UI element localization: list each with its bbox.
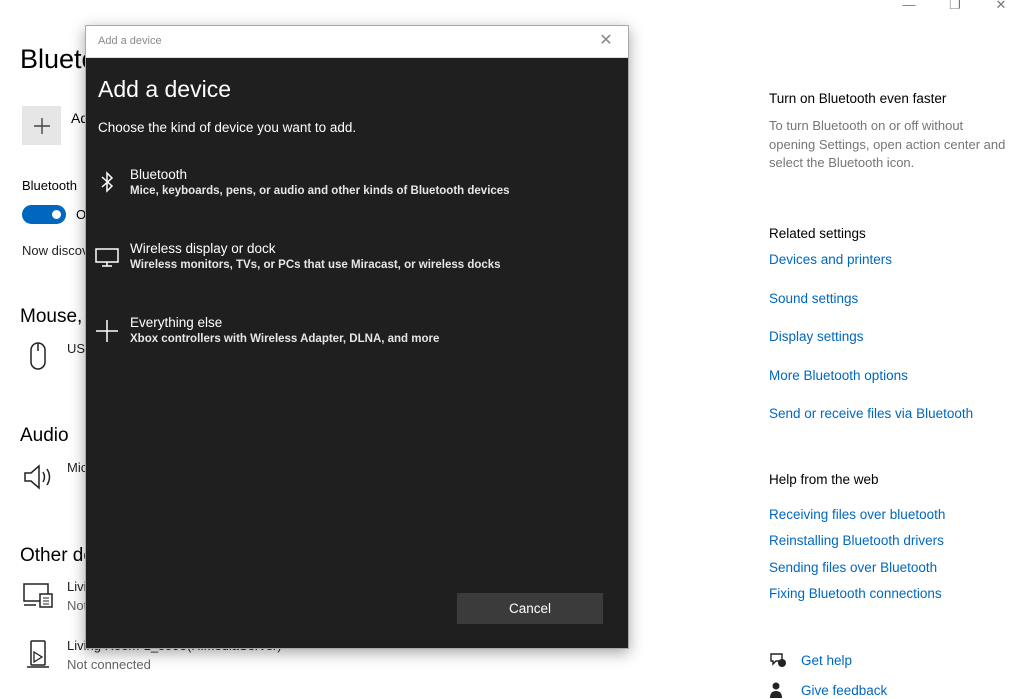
page-title: Bluetooth & other devices (20, 44, 90, 74)
dialog-titlebar: Add a device ✕ (86, 26, 628, 58)
link-send-receive-files[interactable]: Send or receive files via Bluetooth (769, 406, 973, 421)
add-device-dialog: Add a device ✕ Add a device Choose the k… (85, 25, 629, 649)
minimize-button[interactable]: — (886, 0, 932, 16)
cancel-button[interactable]: Cancel (457, 593, 603, 624)
close-icon[interactable]: ✕ (598, 32, 614, 50)
add-device-button[interactable] (22, 106, 61, 145)
close-window-button[interactable]: ✕ (978, 0, 1024, 16)
related-settings-heading: Related settings (769, 226, 866, 241)
section-mouse-keyboard: Mouse, keyboard, & pen (20, 306, 90, 327)
link-more-bluetooth-options[interactable]: More Bluetooth options (769, 368, 908, 383)
help-heading: Help from the web (769, 472, 879, 487)
dialog-subtitle: Choose the kind of device you want to ad… (98, 120, 357, 135)
option-description: Wireless monitors, TVs, or PCs that use … (130, 259, 501, 271)
option-everything-else[interactable]: Everything else Xbox controllers with Wi… (86, 315, 628, 367)
window-controls: — ❐ ✕ (886, 0, 1024, 16)
restore-button[interactable]: ❐ (932, 0, 978, 16)
media-server-icon (27, 640, 49, 668)
plus-icon (33, 117, 50, 134)
faster-heading: Turn on Bluetooth even faster (769, 91, 947, 106)
get-help-link[interactable]: Get help (801, 653, 852, 668)
option-description: Mice, keyboards, pens, or audio and othe… (130, 185, 510, 197)
section-other-devices: Other devices (20, 545, 90, 566)
feedback-icon (770, 682, 782, 698)
option-title: Everything else (130, 315, 223, 330)
link-devices-printers[interactable]: Devices and printers (769, 252, 892, 267)
link-fixing-connections[interactable]: Fixing Bluetooth connections (769, 586, 942, 601)
section-audio: Audio (20, 425, 69, 446)
dialog-heading: Add a device (98, 76, 231, 102)
settings-page: Bluetooth & other devices Add Bluetooth … (0, 0, 90, 696)
option-description: Xbox controllers with Wireless Adapter, … (130, 333, 440, 345)
mouse-icon (30, 342, 46, 370)
monitor-icon (95, 248, 119, 267)
dialog-titlebar-text: Add a device (98, 35, 162, 47)
faster-text: To turn Bluetooth on or off without open… (769, 118, 1006, 170)
plus-icon (96, 320, 118, 342)
bluetooth-icon (101, 171, 114, 193)
bluetooth-label: Bluetooth (22, 178, 77, 193)
speaker-icon (24, 464, 51, 490)
device-status: Not connected (67, 657, 151, 672)
link-reinstalling-drivers[interactable]: Reinstalling Bluetooth drivers (769, 533, 944, 548)
option-title: Bluetooth (130, 167, 188, 182)
option-bluetooth[interactable]: Bluetooth Mice, keyboards, pens, or audi… (86, 167, 628, 219)
link-display-settings[interactable]: Display settings (769, 329, 864, 344)
get-help-icon (770, 653, 786, 667)
link-receiving-files[interactable]: Receiving files over bluetooth (769, 507, 945, 522)
discoverable-text: Now discoverable as (22, 243, 90, 258)
media-device-icon (23, 583, 53, 608)
link-sound-settings[interactable]: Sound settings (769, 291, 858, 306)
link-sending-files[interactable]: Sending files over Bluetooth (769, 560, 937, 575)
bluetooth-toggle[interactable] (22, 205, 66, 224)
option-title: Wireless display or dock (130, 241, 276, 256)
option-wireless-display[interactable]: Wireless display or dock Wireless monito… (86, 241, 628, 293)
